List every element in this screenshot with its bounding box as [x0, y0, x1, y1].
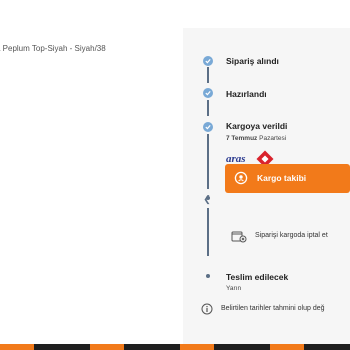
timeline-dot	[206, 196, 210, 200]
step-shipped: Kargoya verildi	[226, 121, 288, 131]
cargo-tracking-button[interactable]: Kargo takibi	[225, 164, 350, 193]
shipped-date-day: 7 Temmuz	[226, 135, 258, 142]
step-order-received: Sipariş alındı	[226, 56, 279, 66]
timeline-connector	[207, 208, 209, 256]
check-icon	[203, 88, 213, 98]
box-cancel-icon	[231, 231, 247, 243]
bottom-bar-segment	[0, 344, 34, 350]
step-delivery: Teslim edilecek	[226, 272, 289, 282]
bottom-bar	[0, 344, 350, 350]
order-items-pane: a Peplum Top-Siyah - Siyah/38	[0, 0, 183, 350]
shipped-date: 7 Temmuz Pazartesi	[226, 135, 286, 142]
cancel-in-cargo-text: Siparişi kargoda iptal et	[255, 232, 328, 239]
bottom-bar-segment	[270, 344, 304, 350]
info-icon	[201, 303, 213, 315]
step-prepared: Hazırlandı	[226, 89, 267, 99]
location-pin-icon	[234, 171, 248, 185]
product-name[interactable]: a Peplum Top-Siyah - Siyah/38	[0, 44, 186, 53]
shipped-date-weekday: Pazartesi	[257, 135, 287, 142]
timeline-connector	[207, 100, 209, 116]
bottom-bar-segment	[90, 344, 124, 350]
bottom-bar-segment	[180, 344, 214, 350]
timeline-connector	[207, 134, 209, 189]
cargo-tracking-label: Kargo takibi	[257, 173, 307, 183]
check-icon	[203, 122, 213, 132]
timeline-dot	[206, 274, 210, 278]
timeline-connector	[207, 67, 209, 83]
check-icon	[203, 56, 213, 66]
estimate-info-text: Belirtilen tarihler tahmini olup değ	[221, 305, 325, 312]
delivery-date: Yarın	[226, 285, 242, 292]
